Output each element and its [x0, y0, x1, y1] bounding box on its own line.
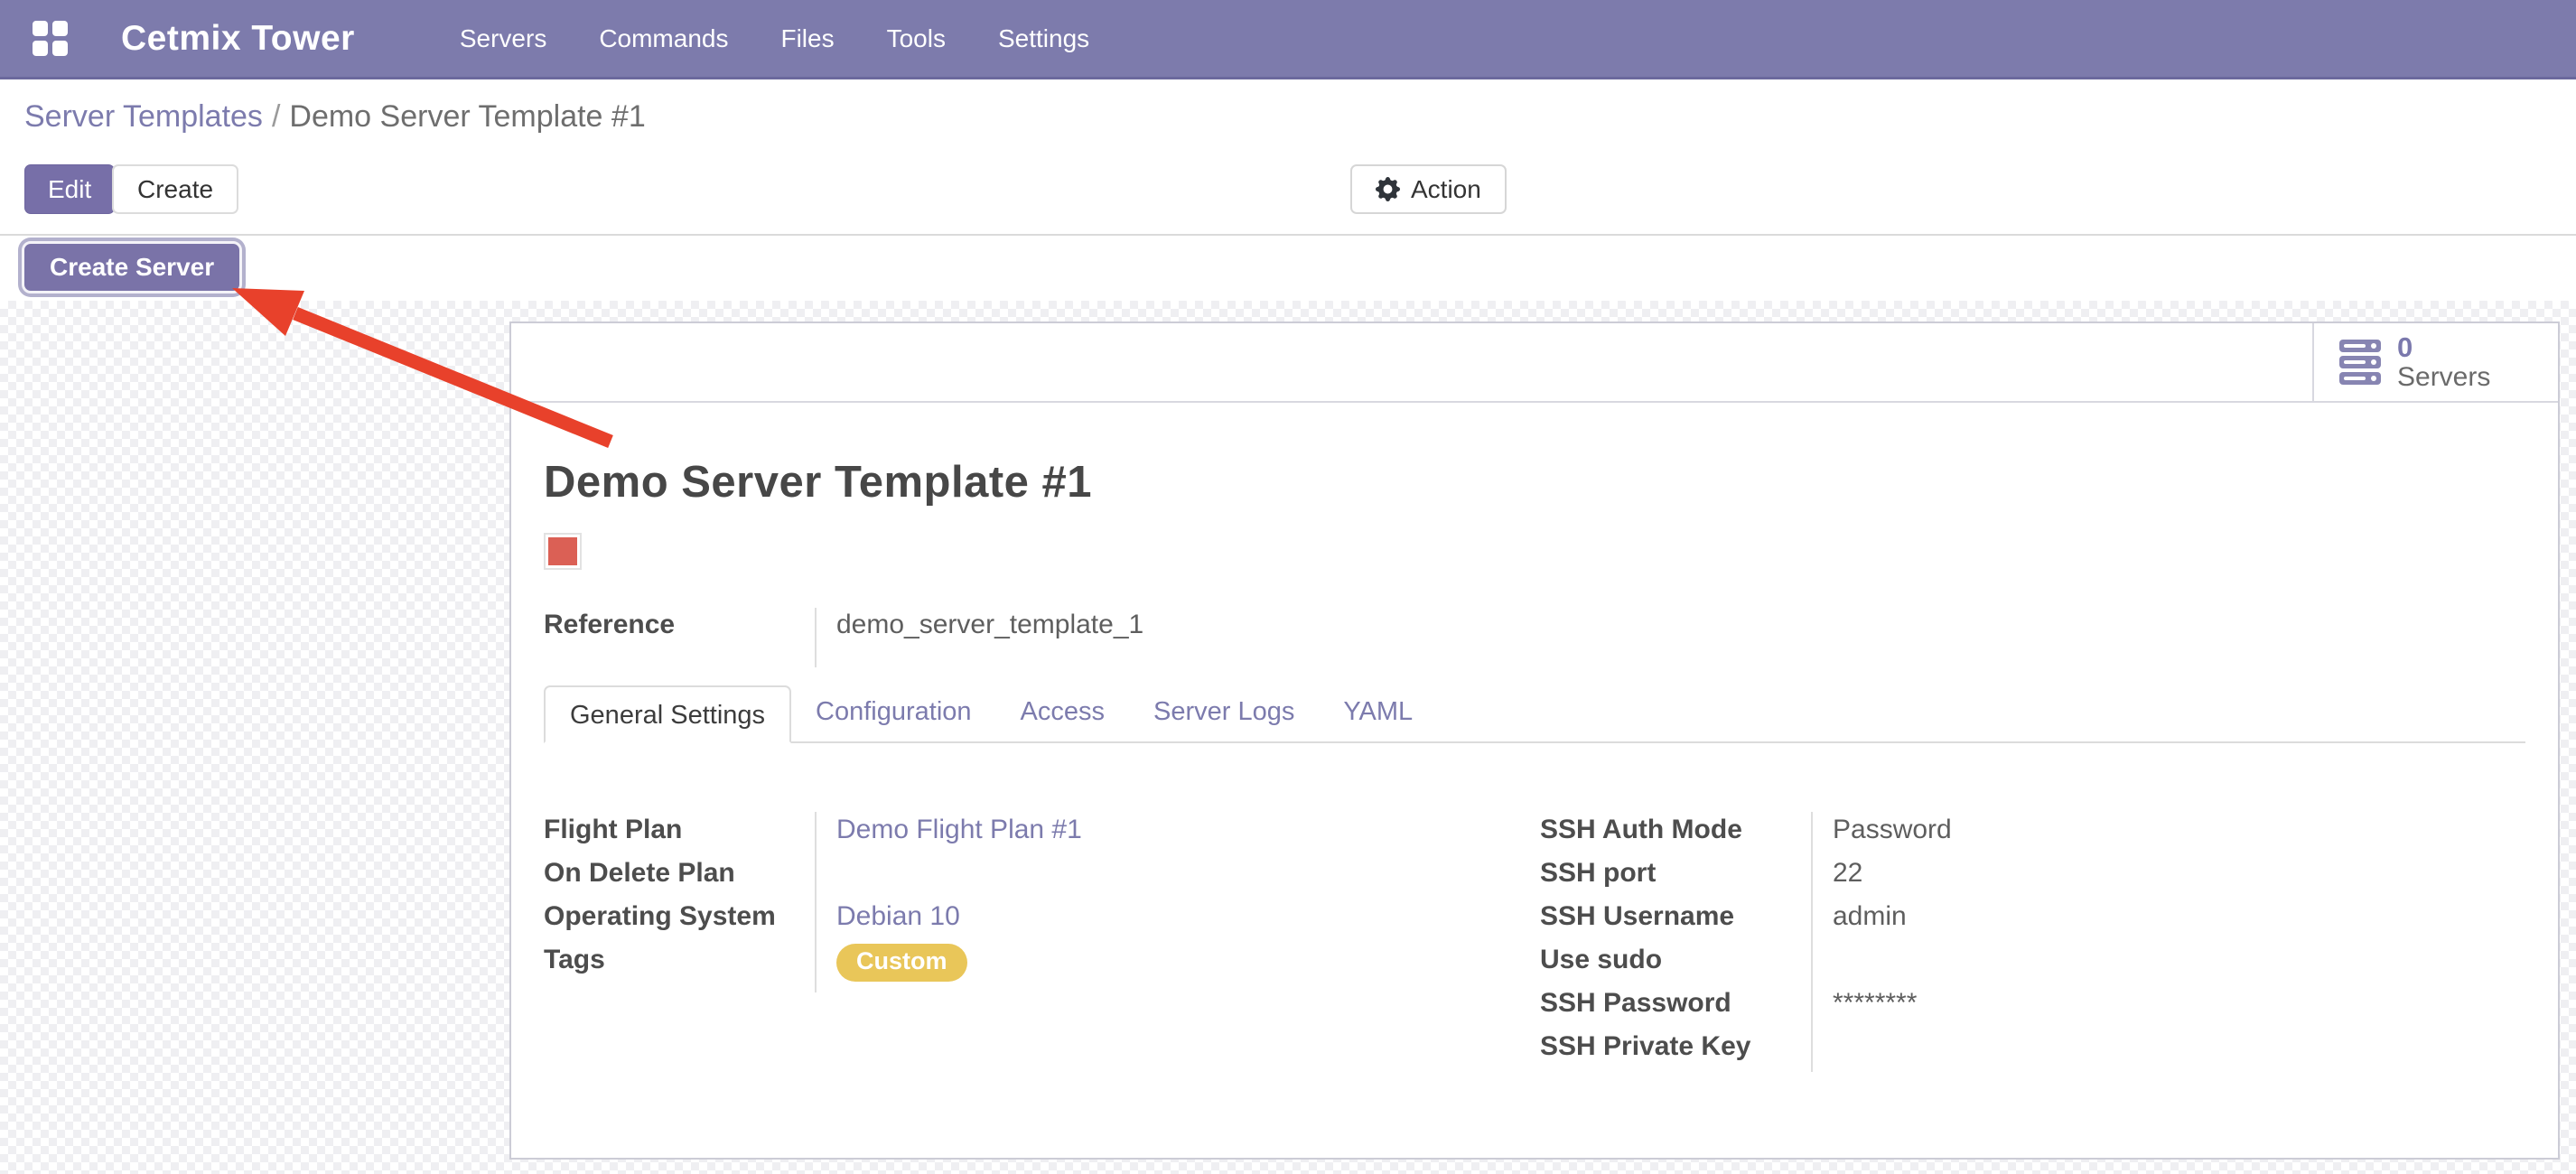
- field-value: [1811, 1029, 2497, 1072]
- field-row: SSH Password ********: [1540, 985, 2497, 1029]
- edit-button[interactable]: Edit: [24, 164, 115, 214]
- field-label: SSH Username: [1540, 899, 1811, 942]
- field-value: [815, 855, 1411, 899]
- server-stack-icon: [2339, 340, 2381, 385]
- nav-item-settings[interactable]: Settings: [998, 24, 1089, 53]
- field-row: Tags Custom: [544, 942, 1540, 992]
- field-value: admin: [1811, 899, 2497, 942]
- content-header: Server Templates/Demo Server Template #1…: [0, 79, 2576, 301]
- breadcrumb-separator: /: [263, 99, 289, 134]
- field-row: Operating System Debian 10: [544, 899, 1540, 942]
- field-row: SSH Auth Mode Password: [1540, 812, 2497, 855]
- servers-stat-button[interactable]: 0 Servers: [2312, 323, 2558, 401]
- field-label: On Delete Plan: [544, 855, 815, 899]
- reference-value: demo_server_template_1: [815, 608, 2525, 667]
- tab-access[interactable]: Access: [996, 684, 1129, 741]
- field-label: Operating System: [544, 899, 815, 942]
- color-swatch-fill: [548, 537, 577, 565]
- field-value: [1811, 942, 2497, 985]
- field-link-operating-system[interactable]: Debian 10: [836, 901, 960, 931]
- field-label: Flight Plan: [544, 812, 815, 855]
- field-row: Use sudo: [1540, 942, 2497, 985]
- tag-badge-custom: Custom: [836, 944, 967, 982]
- header-divider: [0, 234, 2576, 236]
- field-label: SSH Auth Mode: [1540, 812, 1811, 855]
- field-label: Tags: [544, 942, 815, 992]
- field-column-left: Flight Plan Demo Flight Plan #1 On Delet…: [544, 812, 1540, 1072]
- stat-count: 0: [2397, 332, 2490, 362]
- action-button-label: Action: [1411, 175, 1481, 204]
- nav-item-servers[interactable]: Servers: [460, 24, 546, 53]
- tab-general-settings[interactable]: General Settings: [544, 685, 791, 743]
- tab-configuration[interactable]: Configuration: [791, 684, 996, 741]
- apps-grid-icon[interactable]: [33, 21, 69, 57]
- field-column-right: SSH Auth Mode Password SSH port 22 SSH U…: [1540, 812, 2497, 1072]
- field-row: SSH Username admin: [1540, 899, 2497, 942]
- stat-label: Servers: [2397, 362, 2490, 392]
- field-label: SSH Password: [1540, 985, 1811, 1029]
- top-navbar: Cetmix Tower Servers Commands Files Tool…: [0, 0, 2576, 79]
- create-server-button[interactable]: Create Server: [22, 241, 242, 294]
- field-row: SSH Private Key: [1540, 1029, 2497, 1072]
- field-value: ********: [1811, 985, 2497, 1029]
- gear-icon: [1376, 177, 1400, 201]
- record-title: Demo Server Template #1: [544, 457, 2525, 508]
- color-swatch: [544, 533, 582, 570]
- nav-item-tools[interactable]: Tools: [887, 24, 946, 53]
- field-row: SSH port 22: [1540, 855, 2497, 899]
- field-link-flight-plan[interactable]: Demo Flight Plan #1: [836, 815, 1082, 844]
- create-button[interactable]: Create: [112, 164, 238, 214]
- reference-row: Reference demo_server_template_1: [544, 608, 2525, 667]
- field-label: Use sudo: [1540, 942, 1811, 985]
- field-value: Password: [1811, 812, 2497, 855]
- breadcrumb-current: Demo Server Template #1: [289, 99, 645, 134]
- breadcrumb-link-server-templates[interactable]: Server Templates: [24, 99, 263, 134]
- nav-item-commands[interactable]: Commands: [599, 24, 728, 53]
- field-columns: Flight Plan Demo Flight Plan #1 On Delet…: [544, 812, 2525, 1072]
- field-row: On Delete Plan: [544, 855, 1540, 899]
- reference-label: Reference: [544, 608, 815, 667]
- notebook-tabs: General Settings Configuration Access Se…: [544, 684, 2525, 743]
- field-label: SSH Private Key: [1540, 1029, 1811, 1072]
- tab-yaml[interactable]: YAML: [1319, 684, 1437, 741]
- stat-button-row: 0 Servers: [511, 323, 2558, 403]
- nav-item-files[interactable]: Files: [780, 24, 834, 53]
- record-card: 0 Servers Demo Server Template #1 Refere…: [509, 321, 2560, 1160]
- brand-title: Cetmix Tower: [121, 19, 355, 59]
- field-label: SSH port: [1540, 855, 1811, 899]
- tab-server-logs[interactable]: Server Logs: [1129, 684, 1319, 741]
- breadcrumb: Server Templates/Demo Server Template #1: [24, 99, 646, 135]
- card-body: Demo Server Template #1 Reference demo_s…: [511, 457, 2558, 1072]
- action-button[interactable]: Action: [1350, 164, 1507, 214]
- field-value: 22: [1811, 855, 2497, 899]
- page: Cetmix Tower Servers Commands Files Tool…: [0, 0, 2576, 1174]
- field-row: Flight Plan Demo Flight Plan #1: [544, 812, 1540, 855]
- main-menu: Servers Commands Files Tools Settings: [460, 24, 1089, 53]
